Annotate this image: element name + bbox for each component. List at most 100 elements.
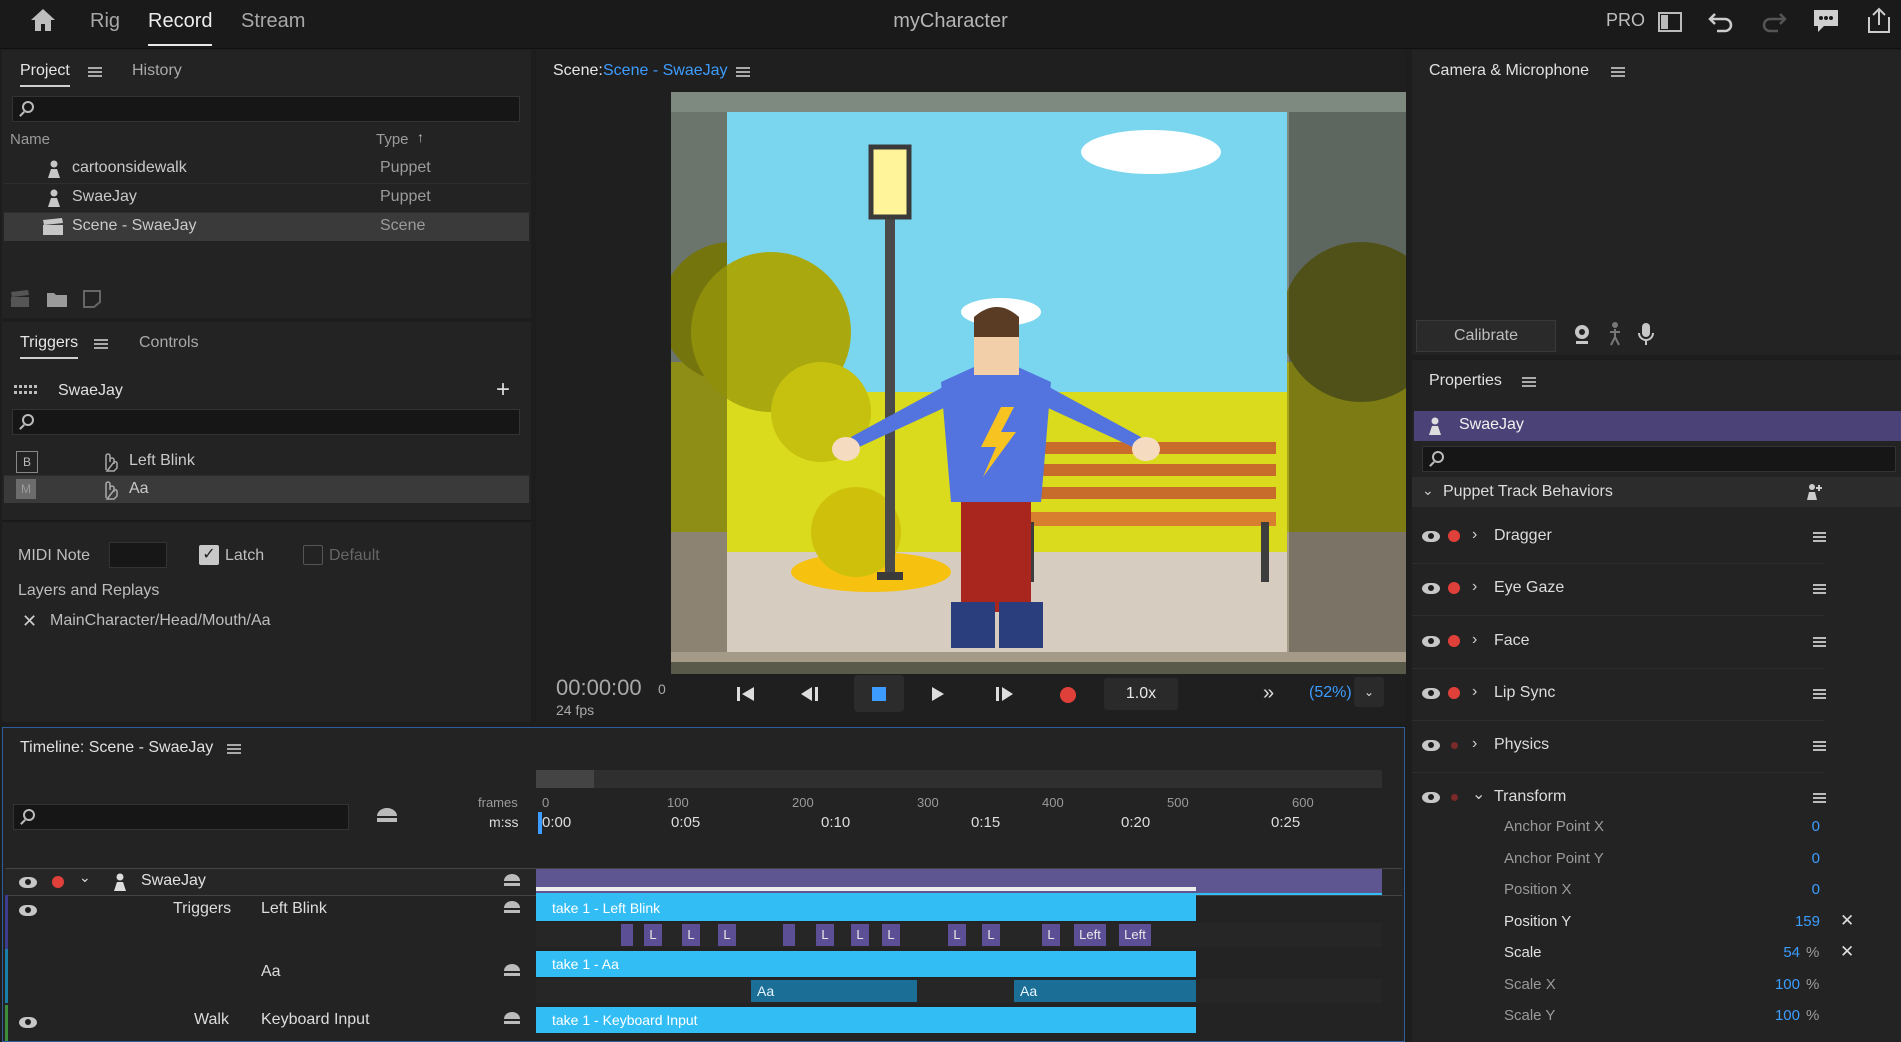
behavior-face[interactable]: › Face	[1412, 616, 1826, 669]
chevron-right-icon[interactable]: ›	[1472, 578, 1477, 596]
chevron-right-icon[interactable]: ›	[1472, 735, 1477, 753]
default-checkbox[interactable]	[303, 545, 323, 565]
properties-search-input[interactable]	[1422, 446, 1896, 472]
record-arm-icon[interactable]	[1448, 687, 1460, 699]
behaviors-section-header[interactable]: ⌄ Puppet Track Behaviors	[1412, 477, 1901, 507]
column-type[interactable]: Type	[376, 131, 409, 148]
behavior-physics[interactable]: › Physics	[1412, 720, 1826, 773]
list-item[interactable]: cartoonsidewalk Puppet	[4, 155, 529, 184]
track-link-icon[interactable]	[503, 963, 521, 979]
reset-scale-icon[interactable]: ✕	[1840, 942, 1854, 962]
clip-take1-left-blink[interactable]: take 1 - Left Blink	[536, 895, 1196, 921]
behavior-dragger[interactable]: › Dragger	[1412, 511, 1826, 564]
eye-icon[interactable]	[19, 905, 37, 916]
trigger-row[interactable]: B Left Blink	[4, 448, 529, 476]
blink-mark[interactable]: L	[982, 924, 1000, 946]
new-scene-icon[interactable]	[10, 290, 30, 308]
record-arm-icon[interactable]	[1448, 582, 1460, 594]
aa-mark[interactable]: Aa	[751, 980, 917, 1002]
param-position-y-value[interactable]: 159	[1760, 913, 1820, 930]
behavior-menu-icon[interactable]	[1813, 793, 1826, 803]
record-arm-icon[interactable]	[1448, 635, 1460, 647]
behavior-transform[interactable]: ⌄ Transform	[1412, 772, 1826, 824]
eye-icon[interactable]	[1422, 636, 1440, 647]
blink-mark[interactable]: Left	[1074, 924, 1106, 946]
clip-take1-keyboard-input[interactable]: take 1 - Keyboard Input	[536, 1007, 1196, 1033]
zoom-level[interactable]: (52%)	[1309, 684, 1352, 702]
blink-mark[interactable]: L	[882, 924, 900, 946]
eye-icon[interactable]	[1422, 740, 1440, 751]
eye-icon[interactable]	[1422, 531, 1440, 542]
reset-position-y-icon[interactable]: ✕	[1840, 911, 1854, 931]
play-icon[interactable]	[930, 686, 946, 702]
track-link-icon[interactable]	[503, 1011, 521, 1027]
latch-checkbox[interactable]: ✓	[199, 545, 219, 565]
track-walk[interactable]: Walk Keyboard Input take 1 - Keyboard In…	[5, 1005, 1402, 1041]
track-aa[interactable]: Aa take 1 - Aa Aa Aa	[5, 949, 1402, 1003]
timeline-search-input[interactable]	[13, 804, 349, 830]
tab-project[interactable]: Project	[20, 62, 70, 87]
tab-history[interactable]: History	[132, 62, 182, 80]
list-item[interactable]: SwaeJay Puppet	[4, 184, 529, 213]
timeline-scroll-bar[interactable]	[536, 770, 1382, 788]
panel-toggle-icon[interactable]	[1658, 12, 1682, 32]
track-link-icon[interactable]	[503, 873, 521, 889]
chevron-right-icon[interactable]: ›	[1472, 631, 1477, 649]
scene-name-link[interactable]: Scene - SwaeJay	[603, 62, 728, 80]
chevron-right-icon[interactable]: ›	[1472, 526, 1477, 544]
blink-mark[interactable]	[783, 924, 795, 946]
add-behavior-icon[interactable]	[1805, 483, 1823, 501]
blink-mark[interactable]	[621, 924, 633, 946]
blink-mark[interactable]: L	[1042, 924, 1060, 946]
blink-mark[interactable]: L	[718, 924, 736, 946]
blink-mark[interactable]: L	[816, 924, 834, 946]
calibrate-button[interactable]: Calibrate	[1416, 320, 1556, 352]
playhead[interactable]	[538, 812, 542, 834]
behavior-menu-icon[interactable]	[1813, 584, 1826, 594]
project-menu-icon[interactable]	[88, 67, 102, 77]
track-link-icon[interactable]	[503, 900, 521, 916]
record-arm-icon[interactable]	[52, 876, 64, 888]
project-search-input[interactable]	[12, 96, 520, 122]
feedback-icon[interactable]	[1812, 7, 1840, 35]
trigger-row[interactable]: M Aa	[4, 476, 529, 503]
stage-canvas[interactable]	[671, 92, 1406, 674]
blink-mark[interactable]: Left	[1119, 924, 1151, 946]
step-forward-icon[interactable]	[994, 686, 1014, 702]
behavior-lip-sync[interactable]: › Lip Sync	[1412, 668, 1826, 721]
param-anchor-y-value[interactable]: 0	[1790, 850, 1820, 867]
undo-icon[interactable]	[1707, 8, 1735, 34]
column-name[interactable]: Name	[10, 131, 50, 148]
record-arm-icon[interactable]	[1451, 742, 1458, 749]
track-left-blink[interactable]: Triggers Left Blink take 1 - Left Blink …	[5, 895, 1402, 949]
timeline-menu-icon[interactable]	[227, 744, 241, 754]
stop-button[interactable]	[854, 675, 904, 712]
chevron-right-icon[interactable]: ›	[1472, 683, 1477, 701]
behavior-menu-icon[interactable]	[1813, 637, 1826, 647]
aa-mark[interactable]: Aa	[1014, 980, 1196, 1002]
chevron-down-icon[interactable]: ⌄	[79, 869, 91, 886]
new-item-icon[interactable]	[82, 290, 102, 308]
list-item[interactable]: Scene - SwaeJay Scene	[4, 213, 529, 241]
step-back-icon[interactable]	[800, 686, 820, 702]
clip-take1-aa[interactable]: take 1 - Aa	[536, 951, 1196, 977]
blink-mark[interactable]: L	[948, 924, 966, 946]
more-controls-icon[interactable]: »	[1263, 682, 1274, 705]
go-to-start-icon[interactable]	[736, 686, 756, 702]
record-button[interactable]	[1060, 687, 1076, 703]
properties-menu-icon[interactable]	[1522, 377, 1536, 387]
body-tracking-icon[interactable]	[1607, 322, 1623, 346]
tab-controls[interactable]: Controls	[139, 334, 199, 352]
chevron-down-icon[interactable]: ⌄	[1472, 784, 1485, 804]
blink-mark[interactable]: L	[682, 924, 700, 946]
eye-icon[interactable]	[1422, 688, 1440, 699]
camera-menu-icon[interactable]	[1611, 67, 1625, 77]
share-icon[interactable]	[1866, 6, 1892, 34]
param-scale-value[interactable]: 54	[1760, 944, 1800, 961]
add-trigger-button[interactable]: +	[496, 376, 510, 404]
behavior-eye-gaze[interactable]: › Eye Gaze	[1412, 563, 1826, 616]
param-anchor-x-value[interactable]: 0	[1790, 818, 1820, 835]
puppet-track-row[interactable]: ⌄ SwaeJay	[5, 868, 1402, 896]
zoom-dropdown[interactable]: ⌄	[1354, 677, 1384, 707]
behavior-menu-icon[interactable]	[1813, 741, 1826, 751]
